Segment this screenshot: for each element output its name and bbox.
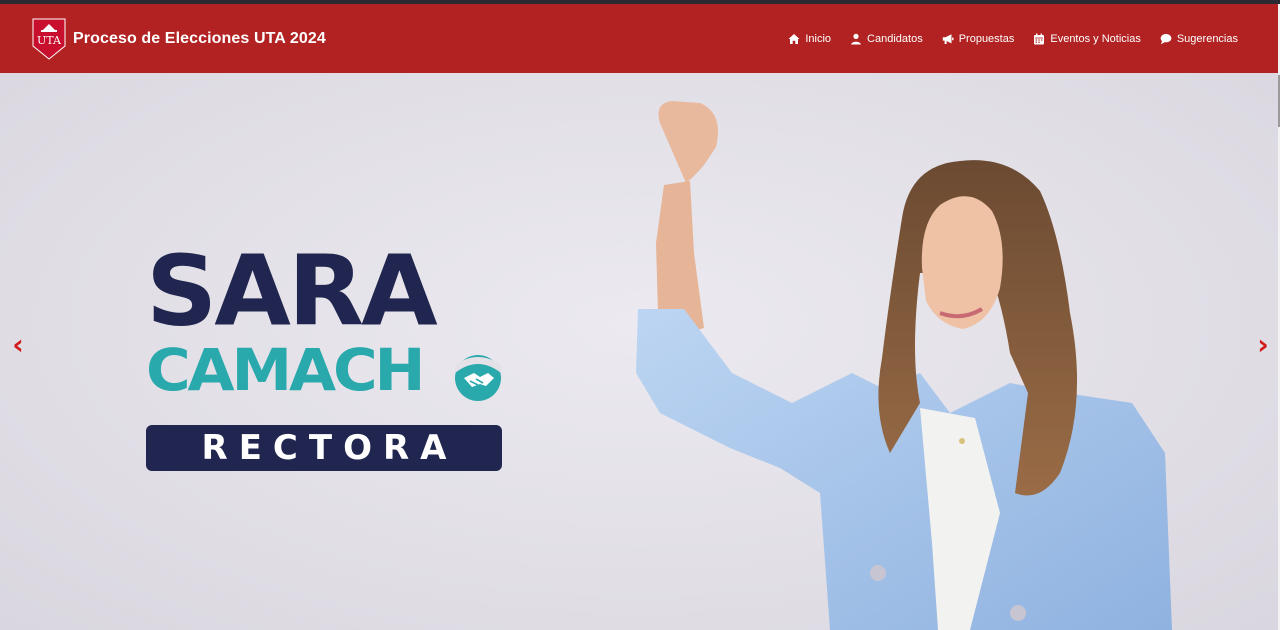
candidate-photo [636,101,1172,630]
carousel-slide: SARA CAMACH RECTORA ‹ › [0,73,1278,630]
uta-logo: UTA [32,18,66,60]
carousel-prev-button[interactable]: ‹ [6,328,30,362]
logo-text: UTA [37,34,62,47]
user-icon [850,33,862,45]
nav-item-eventos[interactable]: Eventos y Noticias [1033,32,1141,45]
nav-item-label: Propuestas [958,32,1015,45]
nav-item-propuestas[interactable]: Propuestas [942,32,1015,45]
navbar: UTA Proceso de Elecciones UTA 2024 Inici… [0,4,1278,73]
carousel-next-button[interactable]: › [1251,328,1275,362]
nav-item-inicio[interactable]: Inicio [788,33,831,45]
home-icon [788,33,800,45]
megaphone-icon [942,33,954,45]
role-banner: RECTORA [146,425,502,471]
calendar-icon [1033,33,1045,45]
nav-item-label: Candidatos [867,32,923,45]
role-label: RECTORA [201,428,458,468]
comment-icon [1160,33,1172,45]
nav-menu: Inicio Candidatos Propuestas Eventos y N… [769,4,1238,73]
nav-item-sugerencias[interactable]: Sugerencias [1160,33,1238,45]
candidate-last-name: CAMACH [146,336,425,404]
nav-item-candidatos[interactable]: Candidatos [850,33,923,45]
candidate-first-name: SARA [146,235,438,348]
nav-item-label: Sugerencias [1176,32,1238,45]
nav-item-label: Inicio [805,32,832,45]
handshake-icon [455,355,501,401]
brand-link[interactable]: UTA Proceso de Elecciones UTA 2024 [32,18,326,60]
site-title: Proceso de Elecciones UTA 2024 [73,29,326,47]
nav-item-label: Eventos y Noticias [1050,32,1141,45]
